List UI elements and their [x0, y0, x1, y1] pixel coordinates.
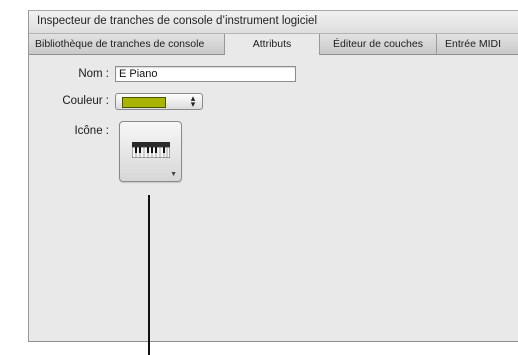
tab-library[interactable]: Bibliothèque de tranches de console [29, 34, 225, 54]
title-bar: Inspecteur de tranches de console d’inst… [29, 11, 518, 34]
triangle-down-icon: ▼ [170, 171, 177, 178]
icon-label: Icône : [74, 125, 109, 137]
tab-midi-input[interactable]: Entrée MIDI [437, 34, 518, 54]
color-popup[interactable]: ▴ ▾ [115, 93, 203, 110]
inspector-window: Inspecteur de tranches de console d’inst… [28, 10, 518, 342]
name-label: Nom : [78, 68, 109, 80]
color-label: Couleur : [62, 95, 109, 107]
keyboard-icon [132, 142, 170, 158]
name-field[interactable]: E Piano [115, 66, 296, 82]
tab-bar: Bibliothèque de tranches de console Attr… [29, 34, 518, 55]
callout-line [148, 195, 150, 355]
color-swatch [122, 97, 166, 108]
attributes-panel: Nom : E Piano Couleur : ▴ ▾ Icône : ▼ [29, 55, 518, 341]
icon-selector-button[interactable]: ▼ [119, 121, 182, 182]
tab-layer-editor[interactable]: Éditeur de couches [320, 34, 437, 54]
tab-attributes[interactable]: Attributs [225, 34, 320, 55]
window-title: Inspecteur de tranches de console d’inst… [37, 15, 317, 27]
up-down-arrows-icon: ▴ ▾ [190, 93, 196, 109]
